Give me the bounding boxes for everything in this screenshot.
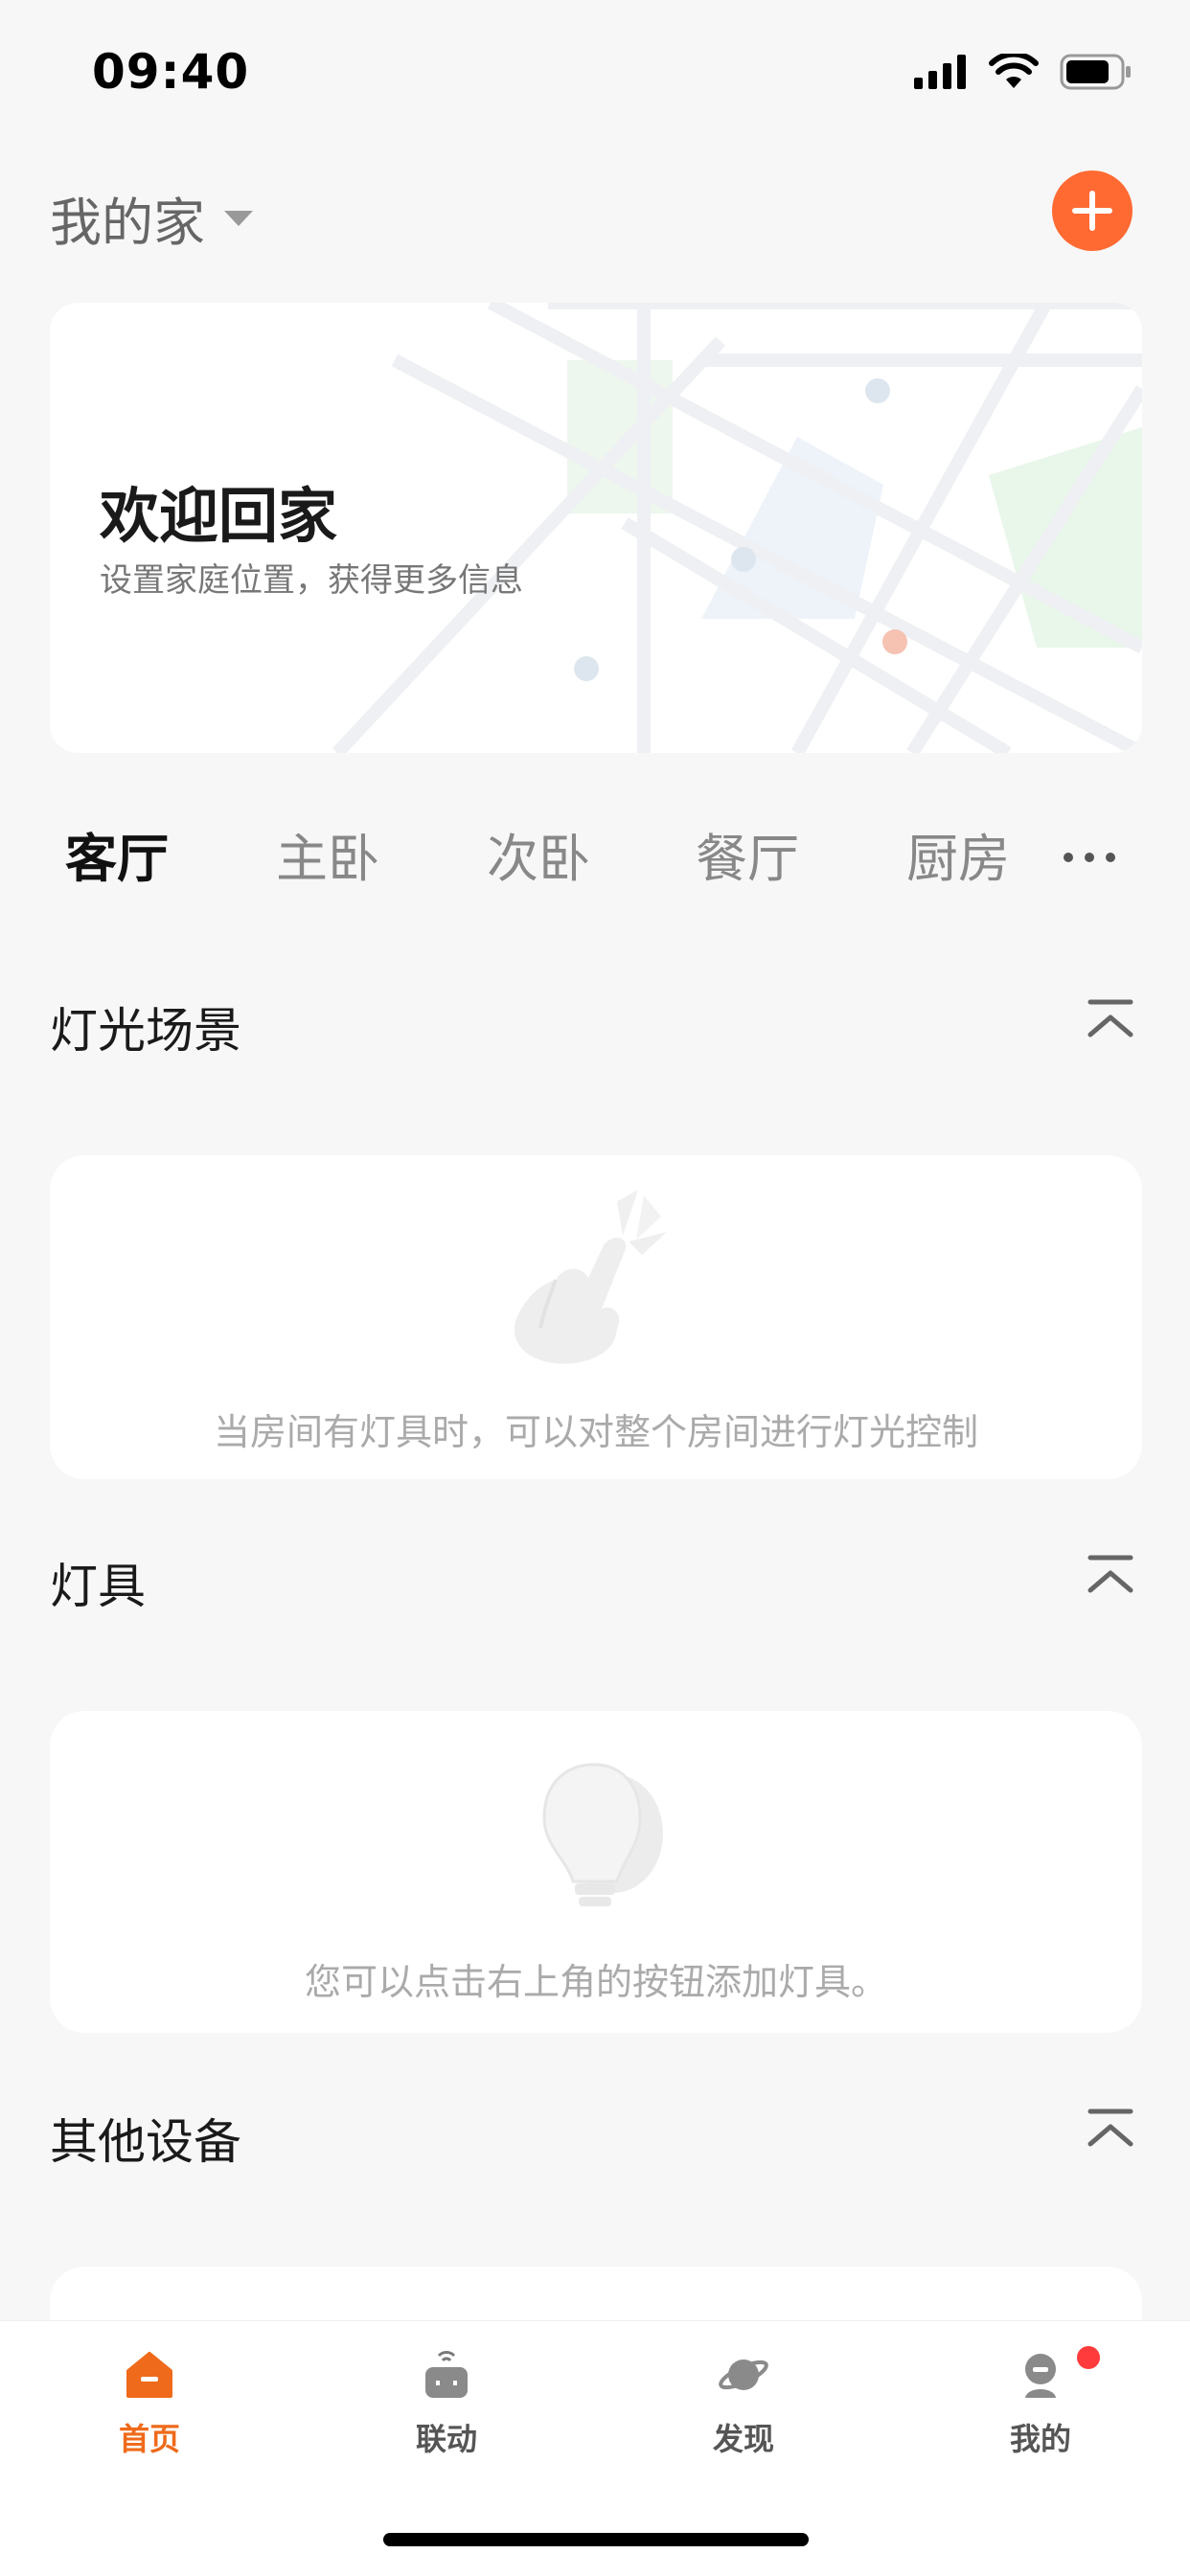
welcome-title: 欢迎回家 — [100, 481, 338, 551]
home-selector[interactable]: 我的家 — [50, 180, 255, 256]
scenes-section-title: 灯光场景 — [50, 1003, 241, 1059]
battery-icon — [1060, 54, 1131, 90]
wifi-icon — [989, 54, 1039, 88]
welcome-card[interactable]: 欢迎回家 设置家庭位置，获得更多信息 — [50, 303, 1142, 753]
nav-home[interactable]: 首页 — [54, 2348, 245, 2459]
scenes-empty-text: 当房间有灯具时，可以对整个房间进行灯光控制 — [213, 1411, 978, 1453]
lights-empty-card: 您可以点击右上角的按钮添加灯具。 — [50, 1711, 1142, 2033]
hand-tap-icon — [514, 1190, 667, 1364]
tab-kitchen[interactable]: 厨房 — [906, 816, 1010, 892]
home-indicator — [383, 2533, 809, 2546]
profile-icon — [1025, 2354, 1056, 2398]
lights-section-title: 灯具 — [50, 1559, 146, 1614]
light-bulb-icon — [542, 1763, 663, 1906]
more-rooms-icon[interactable] — [1064, 853, 1115, 862]
status-icons — [914, 54, 1133, 90]
tab-dining-room[interactable]: 餐厅 — [696, 816, 799, 892]
status-time: 09:40 — [92, 44, 250, 100]
nav-automation[interactable]: 联动 — [351, 2348, 542, 2459]
tab-living-room[interactable]: 客厅 — [65, 816, 169, 892]
welcome-subtitle: 设置家庭位置，获得更多信息 — [100, 561, 523, 600]
home-icon — [126, 2352, 172, 2398]
nav-profile[interactable]: 我的 — [945, 2346, 1136, 2459]
planet-icon — [719, 2359, 768, 2390]
collapse-icon[interactable] — [1087, 1552, 1134, 1600]
tab-second-bedroom[interactable]: 次卧 — [487, 816, 590, 892]
home-name: 我的家 — [50, 193, 205, 253]
plus-icon — [1072, 191, 1112, 231]
collapse-icon[interactable] — [1087, 996, 1134, 1044]
others-section-title: 其他设备 — [50, 2114, 241, 2170]
notification-badge — [1077, 2346, 1100, 2369]
collapse-icon[interactable] — [1087, 2106, 1134, 2154]
nav-discover[interactable]: 发现 — [648, 2348, 839, 2459]
scenes-empty-card: 当房间有灯具时，可以对整个房间进行灯光控制 — [50, 1155, 1142, 1479]
room-tabs: 客厅 主卧 次卧 餐厅 厨房 — [0, 816, 1190, 893]
tab-master-bedroom[interactable]: 主卧 — [276, 816, 379, 892]
signal-icon — [914, 55, 966, 89]
robot-icon — [425, 2351, 468, 2398]
add-device-button[interactable] — [1052, 171, 1133, 251]
caret-down-icon — [224, 210, 253, 226]
lights-empty-text: 您可以点击右上角的按钮添加灯具。 — [304, 1961, 887, 2003]
